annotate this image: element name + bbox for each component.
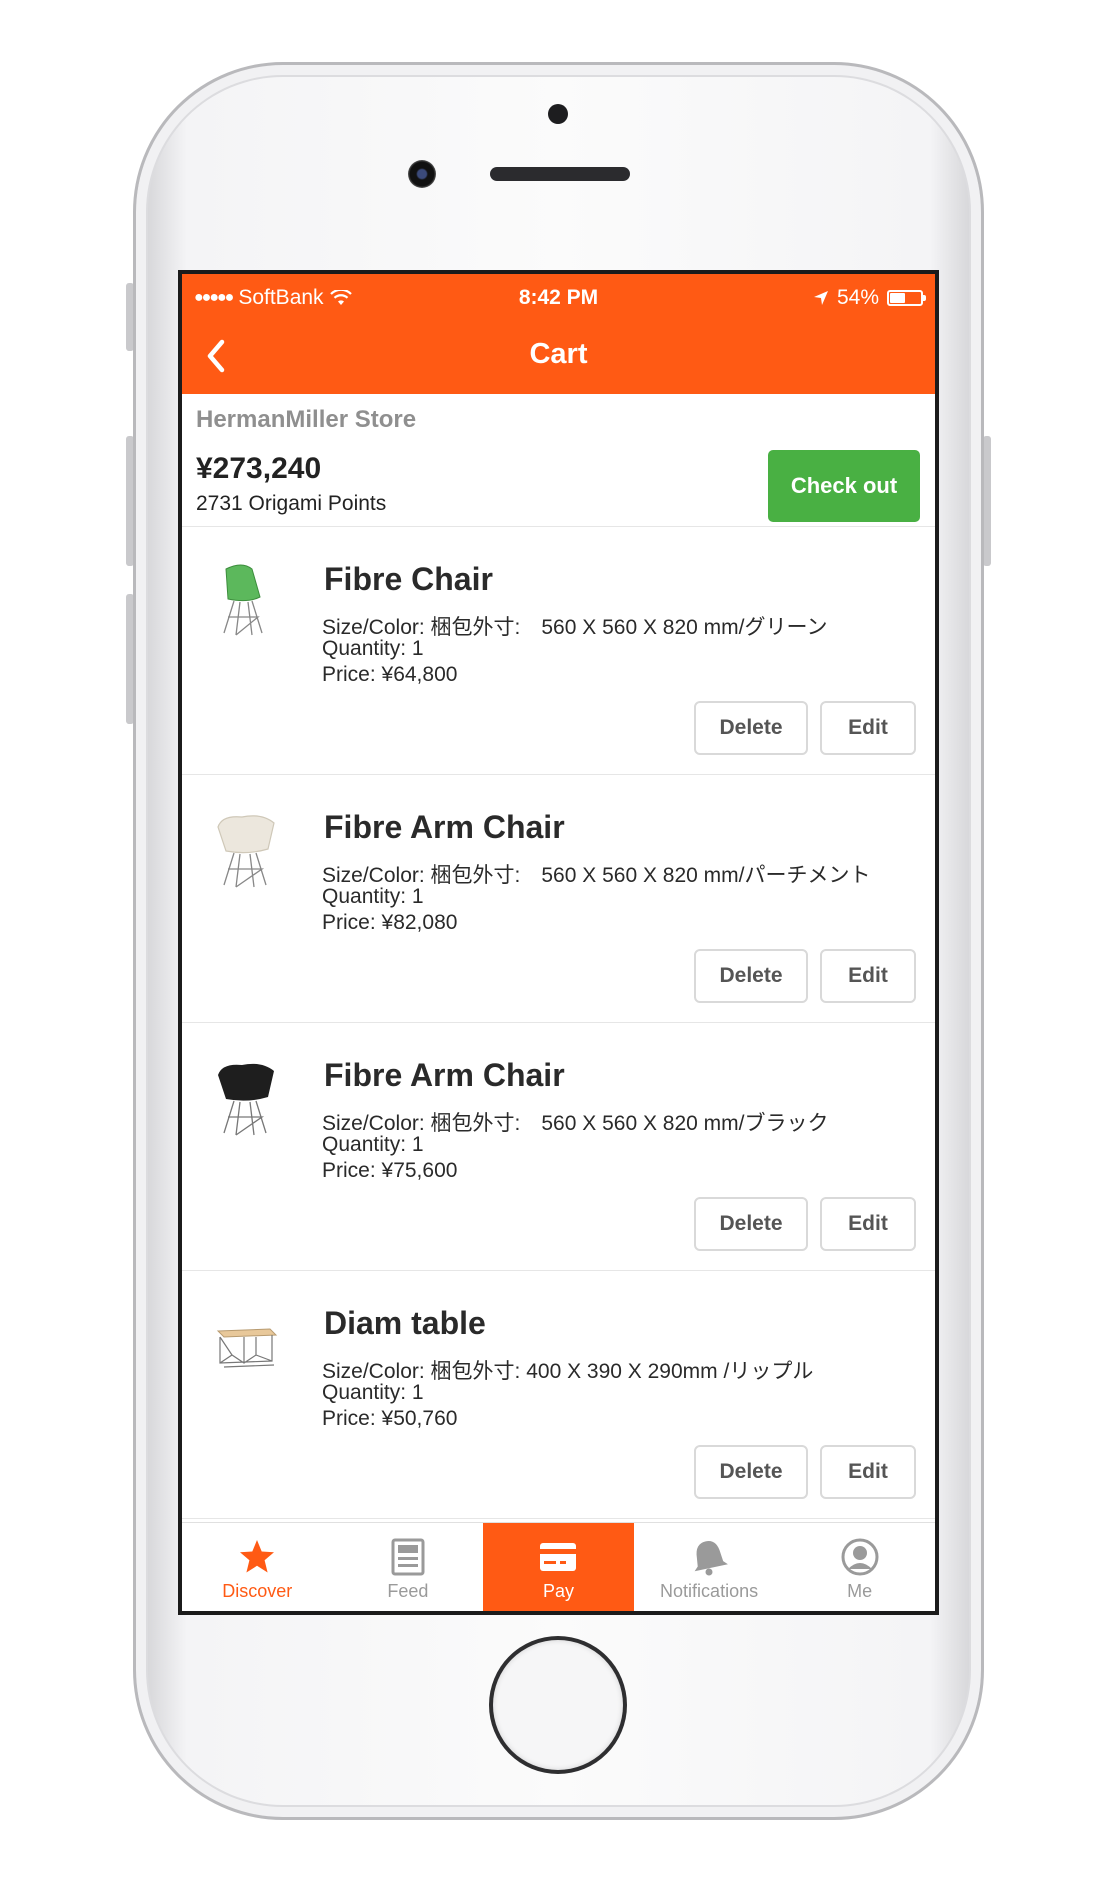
proximity-sensor [548, 104, 568, 124]
store-name: HermanMiller Store [196, 406, 417, 433]
home-button[interactable] [493, 1640, 623, 1770]
chair-legs [223, 600, 263, 636]
app-screen: ●●●●● SoftBank 8:42 PM 54% Cart HermanMi… [178, 270, 939, 1615]
credit-card-icon [540, 1543, 577, 1571]
store-summary: HermanMiller Store ¥273,240 2731 Origami… [182, 394, 935, 527]
cart-item: Fibre Chair Size/Color: 梱包外寸: 560 X 560 … [182, 527, 935, 775]
delete-button[interactable]: Delete [694, 1445, 808, 1499]
battery-percent: 54% [836, 286, 879, 309]
item-price: Price: ¥82,080 [322, 911, 458, 934]
edit-button[interactable]: Edit [820, 1445, 916, 1499]
chair-seat-shape [225, 564, 261, 602]
tab-me[interactable]: Me [784, 1523, 935, 1611]
cart-item: Diam table Size/Color: 梱包外寸: 400 X 390 X… [182, 1271, 935, 1519]
item-price: Price: ¥75,600 [322, 1159, 458, 1182]
table-wire-base [219, 1335, 275, 1368]
checkout-button[interactable]: Check out [768, 450, 920, 522]
item-quantity: Quantity: 1 [322, 1133, 424, 1156]
user-icon [841, 1538, 879, 1576]
front-camera [408, 160, 436, 188]
cart-item-list: Fibre Chair Size/Color: 梱包外寸: 560 X 560 … [182, 527, 935, 1519]
item-name: Fibre Arm Chair [324, 1057, 565, 1093]
delete-button[interactable]: Delete [694, 949, 808, 1003]
product-image-table [216, 1328, 278, 1368]
feed-icon [391, 1538, 425, 1576]
battery-icon [887, 290, 926, 306]
tab-bar: Discover Feed Pay Notifications Me [182, 1522, 935, 1611]
edit-button[interactable]: Edit [820, 1197, 916, 1251]
product-image-chair [223, 564, 263, 636]
item-quantity: Quantity: 1 [322, 1381, 424, 1404]
product-image-arm-chair [217, 815, 275, 888]
cart-item: Fibre Arm Chair Size/Color: 梱包外寸: 560 X … [182, 1023, 935, 1271]
cart-item: Fibre Arm Chair Size/Color: 梱包外寸: 560 X … [182, 775, 935, 1023]
tab-label: Notifications [660, 1581, 759, 1601]
tab-feed[interactable]: Feed [333, 1523, 484, 1611]
cart-total: ¥273,240 [196, 452, 322, 485]
chair-seat-shape [218, 1063, 274, 1101]
earpiece-speaker [490, 167, 630, 181]
chair-seat-shape [217, 815, 275, 854]
tab-pay[interactable]: Pay [483, 1523, 634, 1611]
tab-label: Feed [387, 1581, 429, 1601]
tab-label: Me [847, 1581, 873, 1601]
product-image-arm-chair [218, 1063, 274, 1136]
bell-icon [694, 1541, 728, 1576]
chair-legs [223, 1100, 267, 1136]
item-quantity: Quantity: 1 [322, 637, 424, 660]
delete-button[interactable]: Delete [694, 701, 808, 755]
origami-points: 2731 Origami Points [196, 492, 387, 515]
navigation-bar: Cart [182, 320, 935, 394]
star-icon [240, 1540, 275, 1573]
item-name: Fibre Arm Chair [324, 809, 565, 845]
item-quantity: Quantity: 1 [322, 885, 424, 908]
item-name: Fibre Chair [324, 561, 493, 597]
item-name: Diam table [324, 1305, 486, 1341]
table-top-shape [216, 1328, 278, 1338]
page-title: Cart [529, 338, 588, 370]
delete-button[interactable]: Delete [694, 1197, 808, 1251]
edit-button[interactable]: Edit [820, 701, 916, 755]
battery-level-fill [890, 293, 906, 303]
item-price: Price: ¥50,760 [322, 1407, 458, 1430]
tab-notifications[interactable]: Notifications [634, 1523, 785, 1611]
status-bar: ●●●●● SoftBank 8:42 PM 54% [182, 274, 935, 320]
item-price: Price: ¥64,800 [322, 663, 458, 686]
power-button [983, 436, 991, 566]
tab-label: Pay [542, 1581, 574, 1601]
chair-legs [223, 852, 267, 888]
tab-discover[interactable]: Discover [182, 1523, 333, 1611]
edit-button[interactable]: Edit [820, 949, 916, 1003]
location-arrow-icon [813, 291, 828, 305]
tab-label: Discover [222, 1581, 293, 1601]
